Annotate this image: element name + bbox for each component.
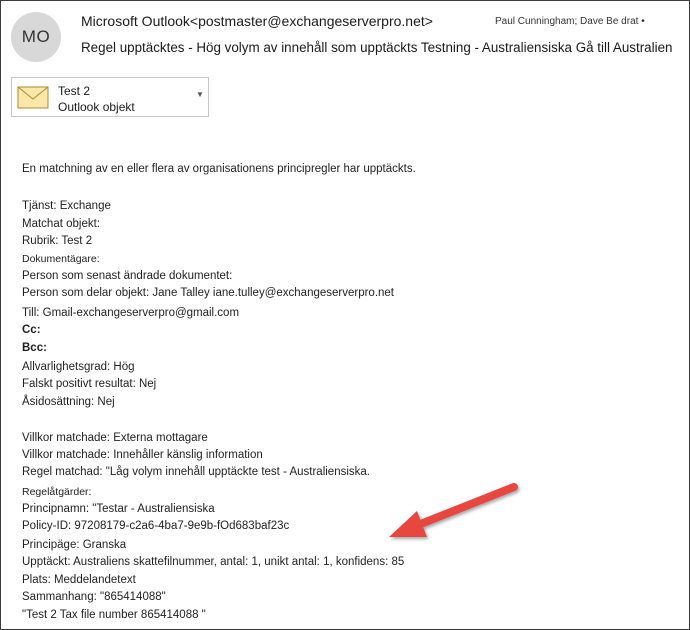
- body-line: Bcc:: [22, 342, 47, 354]
- sender-avatar[interactable]: MO: [11, 12, 61, 62]
- body-line: Villkor matchade: Externa mottagare: [22, 432, 208, 444]
- email-subject: Regel upptäcktes - Hög volym av innehåll…: [81, 40, 673, 55]
- body-line: Cc:: [22, 324, 41, 336]
- body-line: Principäge: Granska: [22, 539, 127, 551]
- body-line: Tjänst: Exchange: [22, 200, 111, 212]
- body-line: Principnamn: "Testar - Australiensiska: [22, 503, 215, 515]
- attachment-card[interactable]: Test 2 Outlook objekt ▼: [11, 77, 209, 117]
- chevron-down-icon[interactable]: ▼: [196, 90, 204, 99]
- body-line: En matchning av en eller flera av organi…: [22, 163, 416, 175]
- body-line: Allvarlighetsgrad: Hög: [22, 361, 135, 373]
- body-line: Matchat objekt:: [22, 218, 100, 230]
- body-line: Sammanhang: "865414088": [22, 591, 166, 603]
- body-line: Plats: Meddelandetext: [22, 574, 136, 586]
- attachment-type: Outlook objekt: [58, 100, 135, 114]
- body-line: "Test 2 Tax file number 865414088 ": [22, 609, 206, 621]
- attachment-name: Test 2: [58, 84, 91, 98]
- body-line: Regel matchad: "Låg volym innehåll upptä…: [22, 466, 370, 478]
- body-line: Rubrik: Test 2: [22, 235, 93, 247]
- annotation-arrow-icon: [389, 483, 518, 537]
- body-line: Villkor matchade: Innehåller känslig inf…: [22, 449, 263, 461]
- email-reading-pane: MO Microsoft Outlook<postmaster@exchange…: [0, 0, 690, 630]
- body-line: Upptäckt: Australiens skattefilnummer, a…: [22, 556, 405, 568]
- sender-address[interactable]: Microsoft Outlook<postmaster@exchangeser…: [81, 13, 433, 29]
- body-line: Åsidosättning: Nej: [22, 396, 115, 408]
- body-line: Dokumentägare:: [22, 253, 100, 265]
- envelope-icon: [17, 86, 49, 109]
- recipients-list[interactable]: Paul Cunningham; Dave Be drat •: [495, 16, 645, 27]
- body-line: Person som delar objekt: Jane Talley ian…: [22, 287, 395, 299]
- body-line: Policy-ID: 97208179-c2a6-4ba7-9e9b-fOd68…: [22, 520, 290, 532]
- body-line: Falskt positivt resultat: Nej: [22, 378, 157, 390]
- body-line: Person som senast ändrade dokumentet:: [22, 270, 233, 282]
- body-line: Till: Gmail-exchangeserverpro@gmail.com: [22, 307, 240, 319]
- body-line: Regelåtgärder:: [22, 486, 92, 498]
